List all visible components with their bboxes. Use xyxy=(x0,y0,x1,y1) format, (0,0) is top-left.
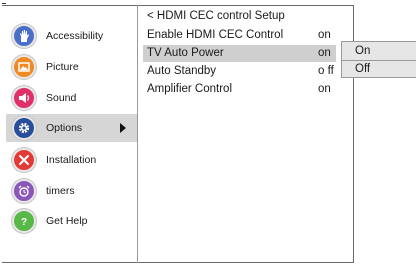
submenu-row-value: on xyxy=(318,47,331,59)
popup-option-off[interactable]: Off xyxy=(342,61,416,78)
submenu-row-label: Amplifier Control xyxy=(147,83,232,95)
speaker-icon xyxy=(12,86,36,110)
submenu-row-label: TV Auto Power xyxy=(147,47,224,59)
panel-divider xyxy=(137,5,138,263)
sidebar-item-installation[interactable]: Installation xyxy=(6,146,137,174)
submenu-row-tv-auto-power[interactable]: TV Auto Power on xyxy=(143,45,336,62)
popup-option-label: On xyxy=(355,45,371,57)
popup-option-on[interactable]: On xyxy=(342,43,416,61)
corner-tick xyxy=(2,3,6,4)
submenu-row-label: Auto Standby xyxy=(147,65,217,77)
sidebar-item-options[interactable]: Options xyxy=(6,114,137,142)
alarm-clock-icon xyxy=(12,179,36,203)
submenu-row-amplifier-control[interactable]: Amplifier Control on xyxy=(143,81,336,98)
gear-icon xyxy=(12,116,36,140)
sidebar-item-label: Picture xyxy=(46,61,79,73)
submenu-row-auto-standby[interactable]: Auto Standby o ff xyxy=(143,63,336,80)
sidebar-item-timers[interactable]: timers xyxy=(6,177,137,205)
submenu-row-enable-hdmi-cec[interactable]: Enable HDMI CEC Control on xyxy=(143,27,336,44)
submenu-row-value: o ff xyxy=(318,65,334,77)
sidebar-item-label: Sound xyxy=(46,92,77,104)
submenu-row-label: Enable HDMI CEC Control xyxy=(147,29,284,41)
expand-arrow-icon xyxy=(120,123,126,133)
tools-icon xyxy=(12,148,36,172)
accessibility-hand-icon xyxy=(12,24,36,48)
help-icon: ? xyxy=(12,209,36,233)
sidebar-item-label: Installation xyxy=(46,154,97,166)
submenu-row-value: on xyxy=(318,29,331,41)
sidebar-item-label: Options xyxy=(46,122,83,134)
sidebar-item-picture[interactable]: Picture xyxy=(6,53,137,81)
picture-icon xyxy=(12,55,36,79)
sidebar-item-label: Accessibility xyxy=(46,30,104,42)
submenu-row-value: on xyxy=(318,83,331,95)
svg-text:?: ? xyxy=(21,217,27,228)
value-popup: On Off xyxy=(341,41,416,78)
sidebar-item-label: timers xyxy=(46,185,75,197)
sidebar-item-sound[interactable]: Sound xyxy=(6,84,137,112)
sidebar-item-accessibility[interactable]: Accessibility xyxy=(6,22,137,50)
submenu-title[interactable]: < HDMI CEC control Setup xyxy=(147,10,285,22)
sidebar-item-label: Get Help xyxy=(46,215,88,227)
popup-option-label: Off xyxy=(355,63,371,75)
sidebar-item-get-help[interactable]: ? Get Help xyxy=(6,207,137,235)
